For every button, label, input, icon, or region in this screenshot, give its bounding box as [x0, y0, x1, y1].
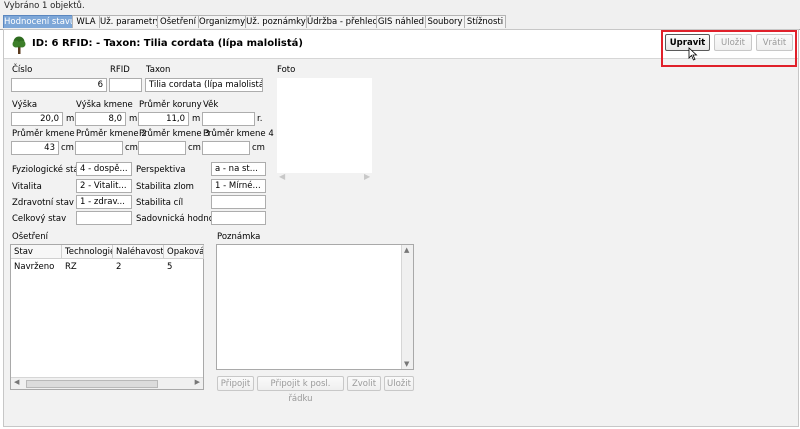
vitalita-label: Vitalita — [12, 182, 42, 192]
column-header-nalehavost[interactable]: Naléhavost — [113, 245, 164, 259]
tab-hodnoceni-stavu[interactable]: Hodnocení stavu — [3, 15, 75, 28]
sadovnicka-hodnota-label: Sadovnická hodnota — [136, 214, 223, 224]
cell-technologie: RZ — [65, 262, 77, 272]
prumer-kmene-label: Průměr kmene — [12, 129, 75, 139]
vertical-scrollbar[interactable]: ▲ ▼ — [401, 245, 413, 369]
vyska-unit: m — [66, 114, 75, 124]
prumer-kmene2-label: Průměr kmene 2 — [76, 129, 147, 139]
photo-area[interactable] — [277, 78, 372, 173]
zdravotni-stav-field[interactable]: 1 - zdrav... — [76, 195, 132, 209]
treatment-table[interactable]: Stav Technologie Naléhavost Opakován Nav… — [10, 244, 204, 390]
tree-icon — [12, 36, 26, 54]
taxon-field[interactable]: Tilia cordata (lípa malolistá) — [145, 78, 263, 92]
tab-uz-parametry[interactable]: Už. parametry — [99, 15, 161, 28]
column-header-opakovani[interactable]: Opakován — [164, 245, 204, 259]
taxon-label: Taxon — [146, 65, 171, 75]
scroll-right-icon[interactable]: ▶ — [195, 378, 200, 386]
highlight-box — [661, 30, 797, 67]
vyska-kmene-field[interactable]: 8,0 — [75, 112, 126, 126]
rfid-field[interactable] — [109, 78, 142, 92]
tab-uz-poznamky[interactable]: Už. poznámky — [245, 15, 307, 28]
prumer-kmene-field[interactable]: 43 — [11, 141, 59, 155]
note-label: Poznámka — [217, 232, 261, 242]
note-textarea[interactable]: ▲ ▼ — [216, 244, 414, 370]
cell-opakovani: 5 — [167, 262, 173, 272]
tab-gis-nahled[interactable]: GIS náhled — [376, 15, 426, 28]
celkovy-stav-field[interactable] — [76, 211, 132, 225]
vek-field[interactable] — [202, 112, 255, 126]
cell-nalehavost: 2 — [116, 262, 122, 272]
vyska-label: Výška — [12, 100, 38, 110]
prumer-kmene2-field[interactable] — [75, 141, 123, 155]
perspektiva-field[interactable]: a - na st... — [211, 162, 266, 176]
prumer-kmene3-unit: cm — [188, 143, 201, 153]
cislo-field[interactable]: 6 — [11, 78, 107, 92]
treatment-label: Ošetření — [12, 232, 48, 242]
tab-udrzba-prehled[interactable]: Údržba - přehled — [306, 15, 378, 28]
selection-status-text: Vybráno 1 objektů. — [4, 1, 85, 11]
prumer-kmene4-field[interactable] — [202, 141, 250, 155]
horizontal-scrollbar[interactable]: ◀ ▶ — [11, 377, 203, 389]
prumer-kmene-unit: cm — [61, 143, 74, 153]
photo-next-icon[interactable]: ▶ — [364, 172, 370, 181]
vyska-field[interactable]: 20,0 — [11, 112, 63, 126]
attach-button[interactable]: Připojit — [217, 376, 254, 391]
note-save-button[interactable]: Uložit — [384, 376, 414, 391]
foto-label: Foto — [277, 65, 296, 75]
prumer-kmene3-label: Průměr kmene 3 — [139, 129, 210, 139]
perspektiva-label: Perspektiva — [136, 165, 186, 175]
column-header-stav[interactable]: Stav — [11, 245, 62, 259]
prumer-koruny-unit: m — [192, 114, 201, 124]
tab-strip: Hodnocení stavu WLA Už. parametry Ošetře… — [0, 14, 800, 30]
prumer-kmene4-label: Průměr kmene 4 — [203, 129, 274, 139]
sadovnicka-hodnota-field[interactable] — [211, 211, 266, 225]
prumer-kmene4-unit: cm — [252, 143, 265, 153]
mouse-cursor-icon — [688, 47, 698, 61]
prumer-koruny-field[interactable]: 11,0 — [138, 112, 189, 126]
scrollbar-thumb[interactable] — [26, 380, 158, 388]
scroll-left-icon[interactable]: ◀ — [14, 378, 19, 386]
vek-label: Věk — [203, 100, 219, 110]
column-header-technologie[interactable]: Technologie — [62, 245, 113, 259]
vek-unit: r. — [257, 114, 263, 124]
prumer-koruny-label: Průměr koruny — [139, 100, 202, 110]
rfid-label: RFID — [110, 65, 130, 75]
stabilita-zlom-label: Stabilita zlom — [136, 182, 194, 192]
vyska-kmene-unit: m — [129, 114, 138, 124]
tab-stiznosti[interactable]: Stížnosti — [464, 15, 506, 28]
choose-button[interactable]: Zvolit — [347, 376, 381, 391]
zdravotni-stav-label: Zdravotní stav — [12, 198, 74, 208]
stabilita-cil-field[interactable] — [211, 195, 266, 209]
vyska-kmene-label: Výška kmene — [76, 100, 133, 110]
vitalita-field[interactable]: 2 - Vitalit... — [76, 179, 132, 193]
fyziologicke-stari-field[interactable]: 4 - dospě... — [76, 162, 132, 176]
tab-wla[interactable]: WLA — [72, 15, 100, 28]
photo-prev-icon[interactable]: ◀ — [279, 172, 285, 181]
tab-organizmy[interactable]: Organizmy — [198, 15, 246, 28]
prumer-kmene2-unit: cm — [125, 143, 138, 153]
tab-soubory[interactable]: Soubory — [425, 15, 465, 28]
prumer-kmene3-field[interactable] — [138, 141, 186, 155]
cell-stav: Navrženo — [14, 262, 55, 272]
scroll-up-icon[interactable]: ▲ — [404, 246, 409, 254]
tab-osetreni[interactable]: Ošetření — [157, 15, 199, 28]
record-title: ID: 6 RFID: - Taxon: Tilia cordata (lípa… — [32, 38, 303, 49]
stabilita-zlom-field[interactable]: 1 - Mírné... — [211, 179, 266, 193]
selection-status-bar: Vybráno 1 objektů. — [0, 0, 800, 15]
scroll-down-icon[interactable]: ▼ — [404, 360, 409, 368]
cislo-label: Číslo — [12, 65, 33, 75]
celkovy-stav-label: Celkový stav — [12, 214, 67, 224]
attach-last-row-button[interactable]: Připojit k posl. řádku — [257, 376, 344, 404]
stabilita-cil-label: Stabilita cíl — [136, 198, 184, 208]
fyziologicke-stari-label: Fyziologické stáří — [12, 165, 85, 175]
